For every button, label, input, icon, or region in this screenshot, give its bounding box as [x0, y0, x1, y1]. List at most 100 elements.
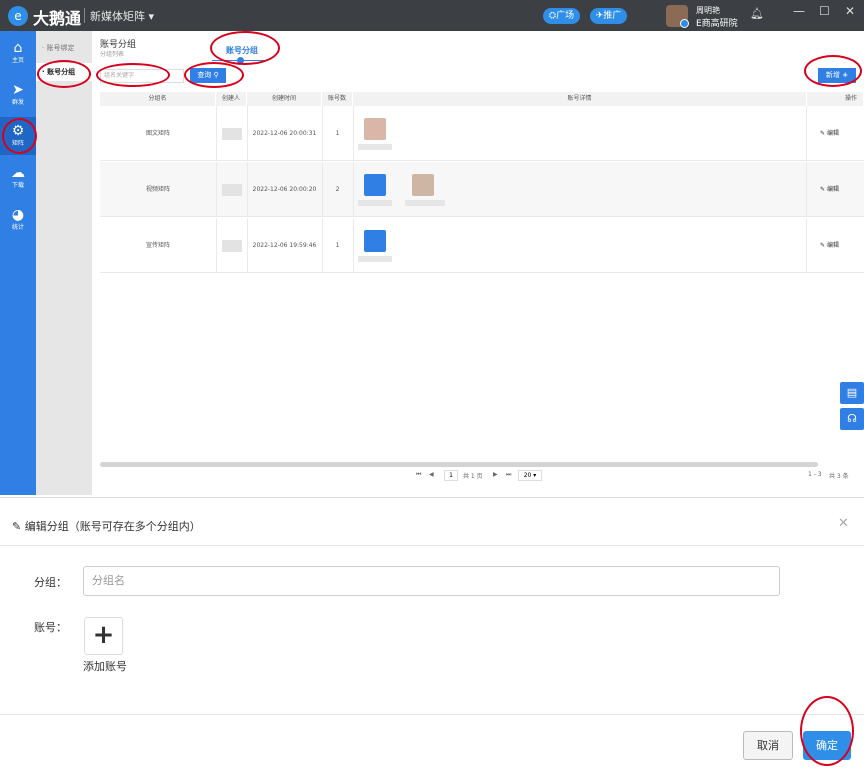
account-name-blurred — [405, 200, 445, 206]
horizontal-scrollbar[interactable] — [100, 462, 818, 467]
headset-icon[interactable]: ☊ — [840, 408, 864, 430]
close-window-icon[interactable]: ✕ — [845, 4, 855, 18]
edit-icon: ✎ — [820, 186, 826, 193]
cloud-download-icon: ☁ — [11, 165, 25, 181]
edit-icon: ✎ — [820, 130, 826, 137]
account-count-cell: 1 — [335, 242, 340, 249]
title-divider — [84, 8, 85, 23]
send-icon: ➤ — [12, 82, 24, 98]
edit-button[interactable]: ✎ 编辑 — [820, 106, 839, 161]
column-divider — [353, 106, 354, 161]
sidebar: ⌂ 主页 ➤ 群发 ⚙ 矩阵 ☁ 下载 ◕ 统计 — [0, 31, 36, 495]
plaza-label: 广场 — [556, 11, 575, 21]
total-pages: 共 1 页 — [463, 473, 483, 480]
column-divider — [216, 218, 217, 273]
add-account-button[interactable]: + — [84, 617, 123, 655]
edit-icon: ✎ — [820, 242, 826, 249]
annotation-ring — [2, 118, 37, 154]
page-subtitle: 分组列表 — [100, 51, 125, 58]
creator-cell — [222, 240, 242, 252]
column-header: 分组名 — [100, 92, 216, 106]
home-icon: ⌂ — [13, 40, 23, 56]
org-name: E商高研院 — [696, 19, 738, 29]
app-window: e 大鹅通 新媒体矩阵 ▾ ⛭广场 ✈推广 周明艳 E商高研院 🔔︎ — ☐ ✕… — [0, 0, 864, 495]
workspace-name: 新媒体矩阵 — [90, 10, 145, 23]
add-account-label: 添加账号 — [83, 660, 127, 673]
table-row: 宣传矩阵 2022-12-06 19:59:46 1 ✎ 编辑 — [100, 218, 864, 273]
sidebar-item-home[interactable]: ⌂ 主页 — [0, 34, 36, 72]
plaza-icon: ⛭ — [548, 11, 557, 21]
column-header: 创建人 — [216, 92, 247, 106]
caret-down-icon: ▾ — [145, 10, 155, 23]
plaza-button[interactable]: ⛭广场 — [543, 8, 580, 24]
maximize-icon[interactable]: ☐ — [819, 4, 830, 18]
last-page-icon[interactable]: ⏭ — [506, 471, 511, 479]
account-avatar — [364, 230, 386, 252]
annotation-ring — [210, 31, 280, 65]
promote-label: 推广 — [603, 11, 622, 21]
edit-group-dialog: ✎ 编辑分组（账号可存在多个分组内） ✕ 分组： 分组名 账号： + 添加账号 … — [0, 497, 864, 768]
main-panel: 账号分组 分组列表 账号分组 组名关键字 查询 ⚲ 新增 + 分组名 创建人 创… — [92, 31, 864, 495]
sidebar-item-label: 主页 — [11, 57, 24, 64]
minimize-icon[interactable]: — — [793, 4, 805, 18]
dialog-divider — [0, 545, 864, 546]
promote-button[interactable]: ✈推广 — [590, 8, 627, 24]
created-time-cell: 2022-12-06 20:00:31 — [252, 130, 317, 137]
created-time-cell: 2022-12-06 19:59:46 — [252, 242, 317, 249]
title-bar: e 大鹅通 新媒体矩阵 ▾ ⛭广场 ✈推广 周明艳 E商高研院 🔔︎ — ☐ ✕ — [0, 0, 864, 31]
sidebar-item-download[interactable]: ☁ 下载 — [0, 159, 36, 197]
page-number-input[interactable]: 1 — [444, 470, 458, 481]
sidebar-item-label: 群发 — [11, 99, 24, 106]
pie-chart-icon: ◕ — [11, 207, 25, 223]
record-total: 共 3 条 — [829, 473, 849, 480]
logo-icon: e — [8, 6, 28, 26]
plus-icon: + — [92, 620, 115, 650]
account-avatar — [364, 174, 386, 196]
sidebar-item-stats[interactable]: ◕ 统计 — [0, 201, 36, 239]
column-divider — [216, 106, 217, 161]
submenu-item-account-binding[interactable]: · 账号绑定 — [36, 39, 92, 57]
brand-name: 大鹅通 — [33, 9, 82, 28]
record-range: 1 - 3 — [808, 471, 822, 478]
sidebar-item-broadcast[interactable]: ➤ 群发 — [0, 76, 36, 114]
next-page-icon[interactable]: ▶ — [493, 471, 498, 478]
edit-button[interactable]: ✎ 编辑 — [820, 162, 839, 217]
notebook-icon[interactable]: ▤ — [840, 382, 864, 404]
annotation-ring — [96, 63, 170, 87]
table-row: 视频矩阵 2022-12-06 20:00:20 2 ✎ 编辑 — [100, 162, 864, 217]
table-row: 图文矩阵 2022-12-06 20:00:31 1 ✎ 编辑 — [100, 106, 864, 161]
edit-button[interactable]: ✎ 编辑 — [820, 218, 839, 273]
cancel-button[interactable]: 取消 — [743, 731, 793, 760]
column-header: 创建时间 — [247, 92, 322, 106]
dialog-title-text: 编辑分组（账号可存在多个分组内） — [24, 520, 201, 533]
column-divider — [353, 162, 354, 217]
workspace-switcher[interactable]: 新媒体矩阵 ▾ — [90, 8, 154, 24]
column-divider — [806, 218, 807, 273]
page-size-select[interactable]: 20 ▾ — [518, 470, 542, 481]
account-count-cell: 1 — [335, 130, 340, 137]
submenu-item-label: 账号绑定 — [46, 44, 75, 52]
creator-cell — [222, 128, 242, 140]
created-time-cell: 2022-12-06 20:00:20 — [252, 186, 317, 193]
group-name-cell: 视频矩阵 — [145, 186, 170, 193]
column-divider — [353, 218, 354, 273]
group-name-input[interactable]: 分组名 — [83, 566, 780, 596]
column-divider — [806, 162, 807, 217]
bell-icon[interactable]: 🔔︎ — [750, 7, 764, 20]
annotation-ring — [800, 696, 854, 766]
dialog-title: ✎ 编辑分组（账号可存在多个分组内） — [12, 518, 201, 534]
annotation-ring — [804, 55, 862, 87]
annotation-ring — [184, 62, 244, 88]
close-icon[interactable]: ✕ — [838, 516, 849, 531]
first-page-icon[interactable]: ⏮ — [416, 471, 421, 479]
account-name-blurred — [358, 144, 392, 150]
sidebar-item-label: 下载 — [11, 182, 24, 189]
submenu: · 账号绑定 · 账号分组 — [36, 31, 92, 495]
creator-cell — [222, 184, 242, 196]
account-name-blurred — [358, 200, 392, 206]
prev-page-icon[interactable]: ◀ — [429, 471, 434, 478]
verified-badge-icon — [680, 19, 689, 28]
group-name-cell: 图文矩阵 — [145, 130, 170, 137]
edit-label: 编辑 — [826, 130, 839, 137]
account-name-blurred — [358, 256, 392, 262]
